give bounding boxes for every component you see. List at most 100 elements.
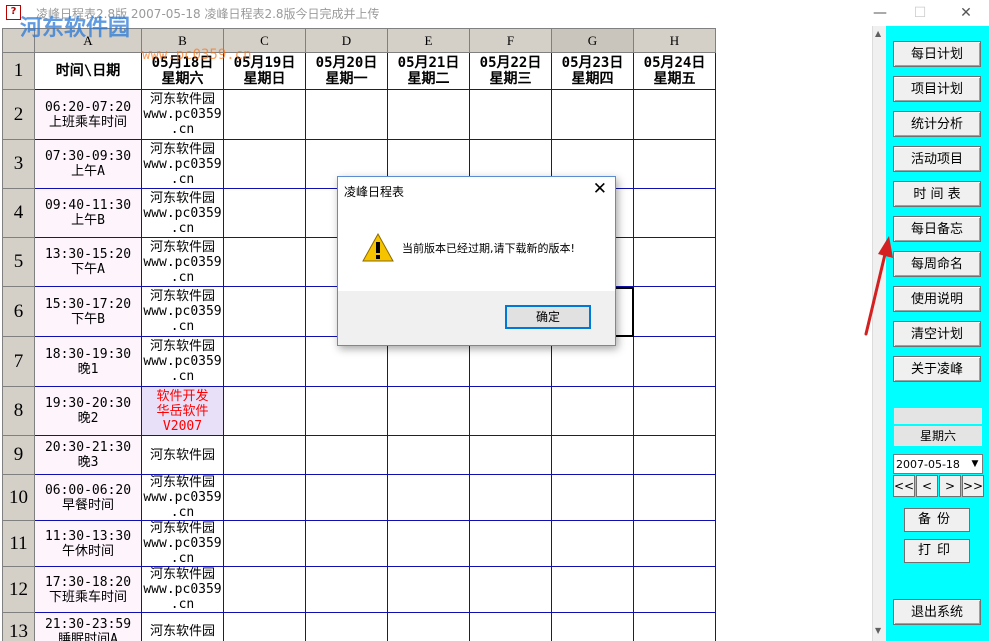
time-slot-cell[interactable]: 15:30-17:20 下午B	[34, 286, 142, 337]
grid-cell[interactable]	[633, 474, 716, 521]
grid-cell[interactable]	[223, 336, 306, 387]
schedule-cell[interactable]: 河东软件园 www.pc0359 .cn	[141, 336, 224, 387]
row-header[interactable]: 1	[2, 52, 35, 90]
chevron-down-icon[interactable]: ▼	[968, 455, 982, 473]
time-slot-cell[interactable]: 18:30-19:30 晚1	[34, 336, 142, 387]
dialog-close-button[interactable]: ✕	[593, 179, 607, 199]
grid-cell[interactable]	[633, 237, 716, 287]
column-header-f[interactable]: F	[469, 28, 552, 53]
date-header-cell[interactable]: 05月21日 星期二	[387, 52, 470, 90]
schedule-cell[interactable]: 河东软件园 www.pc0359 .cn	[141, 139, 224, 189]
grid-cell[interactable]	[305, 474, 388, 521]
grid-cell[interactable]	[469, 89, 552, 140]
time-slot-cell[interactable]: 06:20-07:20 上班乘车时间	[34, 89, 142, 140]
grid-cell[interactable]	[223, 612, 306, 641]
grid-cell[interactable]	[223, 386, 306, 436]
grid-cell[interactable]	[223, 139, 306, 189]
time-slot-cell[interactable]: 06:00-06:20 早餐时间	[34, 474, 142, 521]
column-header-e[interactable]: E	[387, 28, 470, 53]
grid-cell[interactable]	[223, 286, 306, 337]
grid-cell[interactable]	[633, 139, 716, 189]
row-header[interactable]: 7	[2, 336, 35, 387]
row-header[interactable]: 8	[2, 386, 35, 436]
activity-items-button[interactable]: 活动项目	[893, 146, 981, 172]
column-header-d[interactable]: D	[305, 28, 388, 53]
schedule-cell[interactable]: 河东软件园 www.pc0359 .cn	[141, 474, 224, 521]
grid-cell[interactable]	[633, 286, 716, 337]
grid-cell[interactable]	[387, 566, 470, 613]
grid-cell[interactable]	[469, 520, 552, 567]
backup-button[interactable]: 备份	[904, 508, 970, 532]
maximize-button[interactable]: ☐	[900, 2, 940, 24]
grid-cell[interactable]	[223, 435, 306, 475]
next-week-button[interactable]: >>	[962, 475, 984, 497]
schedule-cell[interactable]: 河东软件园 www.pc0359 .cn	[141, 520, 224, 567]
column-header-h[interactable]: H	[633, 28, 716, 53]
time-slot-cell[interactable]: 11:30-13:30 午休时间	[34, 520, 142, 567]
grid-cell[interactable]	[633, 89, 716, 140]
time-slot-cell[interactable]: 19:30-20:30 晚2	[34, 386, 142, 436]
grid-cell[interactable]	[469, 474, 552, 521]
date-header-cell[interactable]: 时间\日期	[34, 52, 142, 90]
grid-cell[interactable]	[305, 520, 388, 567]
grid-cell[interactable]	[387, 612, 470, 641]
row-header[interactable]: 2	[2, 89, 35, 140]
grid-cell[interactable]	[551, 435, 634, 475]
grid-cell[interactable]	[387, 435, 470, 475]
schedule-cell[interactable]: 河东软件园	[141, 435, 224, 475]
grid-cell[interactable]	[551, 89, 634, 140]
schedule-cell[interactable]: 河东软件园 www.pc0359 .cn	[141, 566, 224, 613]
row-header[interactable]: 4	[2, 188, 35, 238]
close-button[interactable]: ✕	[946, 2, 986, 24]
grid-cell[interactable]	[387, 474, 470, 521]
grid-cell[interactable]	[387, 89, 470, 140]
grid-cell[interactable]	[633, 386, 716, 436]
daily-plan-button[interactable]: 每日计划	[893, 41, 981, 67]
clear-plan-button[interactable]: 清空计划	[893, 321, 981, 347]
schedule-cell[interactable]: 河东软件园 www.pc0359 .cn	[141, 89, 224, 140]
ok-button[interactable]: 确定	[505, 305, 591, 329]
row-header[interactable]: 12	[2, 566, 35, 613]
column-header-g[interactable]: G	[551, 28, 634, 53]
project-plan-button[interactable]: 项目计划	[893, 76, 981, 102]
grid-cell[interactable]	[223, 237, 306, 287]
app-icon[interactable]: ?	[6, 5, 21, 20]
grid-cell[interactable]	[551, 474, 634, 521]
grid-cell[interactable]	[223, 474, 306, 521]
date-header-cell[interactable]: 05月24日 星期五	[633, 52, 716, 90]
grid-cell[interactable]	[633, 336, 716, 387]
grid-cell[interactable]	[305, 612, 388, 641]
about-button[interactable]: 关于凌峰	[893, 356, 981, 382]
row-header[interactable]: 9	[2, 435, 35, 475]
minimize-button[interactable]: —	[860, 2, 900, 24]
date-header-cell[interactable]: 05月23日 星期四	[551, 52, 634, 90]
time-slot-cell[interactable]: 09:40-11:30 上午B	[34, 188, 142, 238]
time-slot-cell[interactable]: 20:30-21:30 晚3	[34, 435, 142, 475]
grid-cell[interactable]	[633, 520, 716, 567]
grid-cell[interactable]	[469, 612, 552, 641]
grid-cell[interactable]	[387, 386, 470, 436]
time-slot-cell[interactable]: 21:30-23:59 睡眠时间A	[34, 612, 142, 641]
grid-cell[interactable]	[223, 188, 306, 238]
row-header[interactable]: 5	[2, 237, 35, 287]
scroll-down-icon[interactable]: ▼	[875, 626, 881, 635]
grid-cell[interactable]	[633, 435, 716, 475]
date-header-cell[interactable]: 05月22日 星期三	[469, 52, 552, 90]
time-slot-cell[interactable]: 13:30-15:20 下午A	[34, 237, 142, 287]
row-header[interactable]: 6	[2, 286, 35, 337]
time-slot-cell[interactable]: 17:30-18:20 下班乘车时间	[34, 566, 142, 613]
statistics-button[interactable]: 统计分析	[893, 111, 981, 137]
grid-cell[interactable]	[305, 566, 388, 613]
schedule-cell[interactable]: 河东软件园 www.pc0359 .cn	[141, 188, 224, 238]
next-day-button[interactable]: >	[939, 475, 961, 497]
schedule-cell[interactable]: 河东软件园	[141, 612, 224, 641]
time-slot-cell[interactable]: 07:30-09:30 上午A	[34, 139, 142, 189]
grid-cell[interactable]	[305, 89, 388, 140]
grid-cell[interactable]	[305, 435, 388, 475]
row-header[interactable]: 10	[2, 474, 35, 521]
schedule-cell[interactable]: 河东软件园 www.pc0359 .cn	[141, 286, 224, 337]
grid-cell[interactable]	[551, 566, 634, 613]
exit-button[interactable]: 退出系统	[893, 599, 981, 625]
grid-cell[interactable]	[633, 188, 716, 238]
date-header-cell[interactable]: 05月20日 星期一	[305, 52, 388, 90]
